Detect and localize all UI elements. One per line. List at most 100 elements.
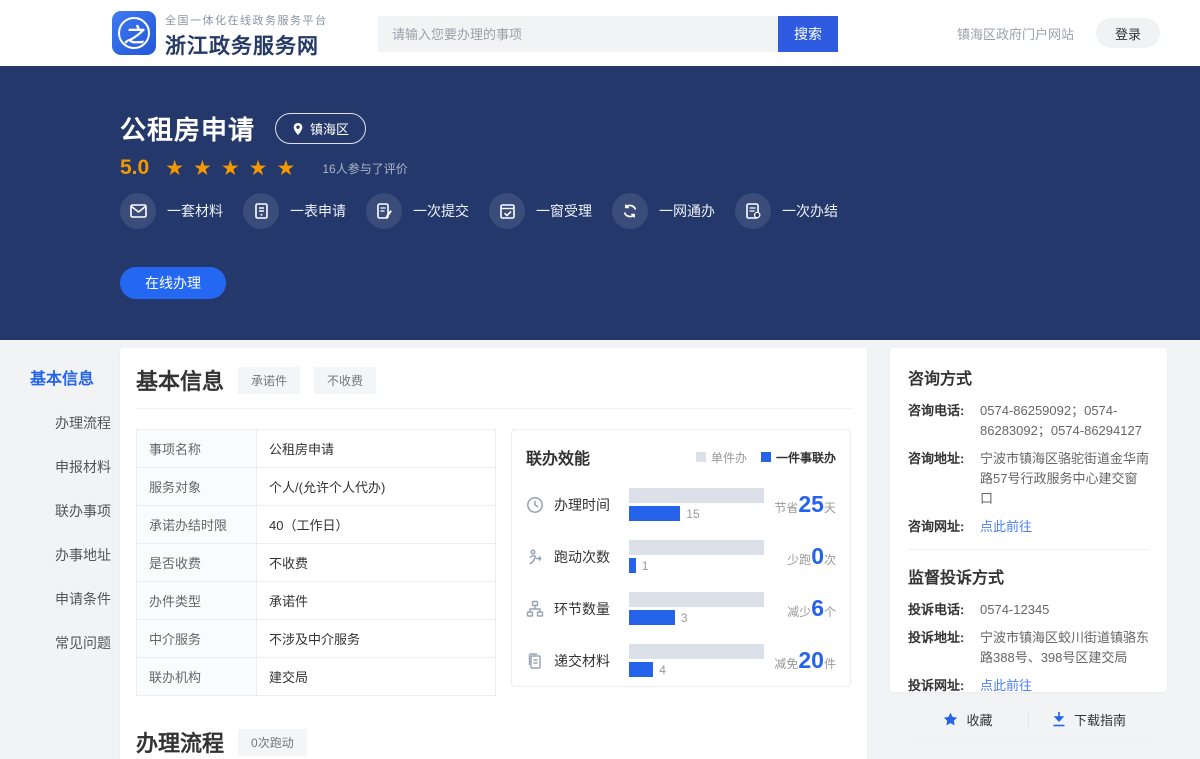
page: 之 全国一体化在线政务服务平台 浙江政务服务网 搜索 镇海区政府门户网站 登录 …: [0, 0, 1200, 759]
download-icon: [1052, 712, 1066, 727]
bar-group: 1: [629, 540, 764, 573]
feature-label: 一次提交: [413, 201, 469, 221]
favorite-button[interactable]: 收藏: [908, 710, 1028, 729]
process-title: 办理流程: [136, 726, 224, 758]
complaint-title: 监督投诉方式: [908, 564, 1149, 588]
table-row: 中介服务不涉及中介服务: [137, 620, 496, 658]
metric-row-steps: 环节数量 3 减少6个: [526, 592, 836, 625]
feature-label: 一窗受理: [536, 201, 592, 221]
logo-swirl-icon: 之: [118, 17, 150, 49]
window-check-icon: [489, 193, 525, 229]
feature-label: 一套材料: [167, 201, 223, 221]
benefit-text: 减少6个: [787, 595, 836, 622]
form-icon: [243, 193, 279, 229]
feature-label: 一网通办: [659, 201, 715, 221]
divider: [908, 549, 1149, 550]
contact-card: 咨询方式 咨询电话: 0574-86259092；0574-86283092；0…: [890, 348, 1167, 692]
feature-label: 一表申请: [290, 201, 346, 221]
rating-stars: ★★★★★: [165, 158, 304, 179]
feature-item: 一窗受理: [489, 193, 592, 229]
table-row: 承诺办结时限40（工作日）: [137, 506, 496, 544]
search-bar: 搜索: [378, 16, 838, 52]
chart-title: 联办效能: [526, 445, 590, 469]
download-guide-button[interactable]: 下载指南: [1029, 710, 1149, 729]
section-nav: 基本信息 办理流程 申报材料 联办事项 办事地址 申请条件 常见问题: [30, 365, 120, 677]
nav-item-basic-info[interactable]: 基本信息: [30, 365, 120, 389]
site-name: 浙江政务服务网: [165, 30, 328, 60]
benefit-text: 减免20件: [774, 647, 836, 674]
feature-list: 一套材料 一表申请 一次提交 一窗受理: [120, 193, 838, 229]
rating-count: 16人参与了评价: [322, 160, 407, 177]
legend-swatch-joint: [761, 452, 771, 462]
divider: [908, 741, 1149, 742]
login-button[interactable]: 登录: [1096, 18, 1160, 48]
consult-title: 咨询方式: [908, 365, 1149, 389]
card-actions: 收藏 下载指南: [908, 710, 1149, 729]
fee-badge: 不收费: [314, 367, 376, 394]
nav-item-conditions[interactable]: 申请条件: [55, 589, 120, 609]
divider: [136, 408, 851, 409]
table-row: 事项名称公租房申请: [137, 430, 496, 468]
nav-item-joint-items[interactable]: 联办事项: [55, 501, 120, 521]
bar-group: 4: [629, 644, 764, 677]
nav-item-process[interactable]: 办理流程: [55, 413, 120, 433]
legend-label-single: 单件办: [711, 449, 747, 466]
header: 之 全国一体化在线政务服务平台 浙江政务服务网 搜索 镇海区政府门户网站 登录: [0, 0, 1200, 68]
page-title: 公租房申请: [120, 110, 255, 147]
content-area: 基本信息 办理流程 申报材料 联办事项 办事地址 申请条件 常见问题 基本信息 …: [0, 340, 1200, 759]
feature-item: 一次提交: [366, 193, 469, 229]
site-logo[interactable]: 之: [112, 11, 156, 55]
feature-item: 一套材料: [120, 193, 223, 229]
efficiency-chart: 联办效能 单件办 一件事联办 办理时间 15: [511, 429, 851, 687]
complaint-web-row: 投诉网址: 点此前往: [908, 676, 1149, 696]
basic-info-card: 基本信息 承诺件 不收费 事项名称公租房申请 服务对象个人/(允许个人代办) 承…: [120, 348, 867, 759]
chart-legend: 单件办 一件事联办: [696, 449, 836, 466]
portal-link[interactable]: 镇海区政府门户网站: [957, 24, 1074, 43]
cycle-arrows-icon: [612, 193, 648, 229]
online-apply-button[interactable]: 在线办理: [120, 267, 226, 299]
brand-block: 全国一体化在线政务服务平台 浙江政务服务网: [165, 12, 328, 60]
bar-group: 15: [629, 488, 764, 521]
complaint-address-row: 投诉地址: 宁波市镇海区蛟川街道镇骆东路388号、398号区建交局: [908, 628, 1149, 668]
star-icon: [943, 712, 958, 727]
benefit-text: 少跑0次: [787, 543, 836, 570]
header-right: 镇海区政府门户网站 登录: [957, 0, 1160, 66]
bar-group: 3: [629, 592, 764, 625]
table-row: 办件类型承诺件: [137, 582, 496, 620]
consult-web-link[interactable]: 点此前往: [980, 517, 1032, 537]
run-icon: [526, 548, 546, 566]
table-row: 联办机构建交局: [137, 658, 496, 696]
platform-tagline: 全国一体化在线政务服务平台: [165, 12, 328, 28]
rating-row: 5.0 ★★★★★ 16人参与了评价: [120, 156, 408, 180]
search-input[interactable]: [378, 16, 778, 52]
document-edit-icon: [366, 193, 402, 229]
complaint-web-link[interactable]: 点此前往: [980, 676, 1032, 696]
rating-score: 5.0: [120, 156, 149, 180]
search-button[interactable]: 搜索: [778, 16, 838, 52]
feature-label: 一次办结: [782, 201, 838, 221]
legend-swatch-single: [696, 452, 706, 462]
consult-web-row: 咨询网址: 点此前往: [908, 517, 1149, 537]
basic-info-title: 基本信息: [136, 364, 224, 396]
complaint-phone-row: 投诉电话: 0574-12345: [908, 600, 1149, 620]
nav-item-address[interactable]: 办事地址: [55, 545, 120, 565]
document-stamp-icon: [735, 193, 771, 229]
hero-banner: 公租房申请 镇海区 5.0 ★★★★★ 16人参与了评价 一套材料: [0, 68, 1200, 340]
nav-item-faq[interactable]: 常见问题: [55, 633, 120, 653]
district-badge-label: 镇海区: [310, 119, 349, 138]
type-badge: 承诺件: [238, 367, 300, 394]
district-badge[interactable]: 镇海区: [275, 113, 366, 144]
consult-phone-row: 咨询电话: 0574-86259092；0574-86283092；0574-8…: [908, 401, 1149, 441]
clock-icon: [526, 496, 546, 514]
consult-address-row: 咨询地址: 宁波市镇海区骆驼街道金华南路57号行政服务中心建交窗口: [908, 449, 1149, 509]
metric-row-trips: 跑动次数 1 少跑0次: [526, 540, 836, 573]
envelope-icon: [120, 193, 156, 229]
feature-item: 一网通办: [612, 193, 715, 229]
feature-item: 一表申请: [243, 193, 346, 229]
metric-row-materials: 递交材料 4 减免20件: [526, 644, 836, 677]
location-pin-icon: [292, 122, 304, 136]
process-badge: 0次跑动: [238, 729, 307, 756]
documents-icon: [526, 652, 546, 670]
nav-item-materials[interactable]: 申报材料: [55, 457, 120, 477]
nodes-icon: [526, 600, 546, 618]
